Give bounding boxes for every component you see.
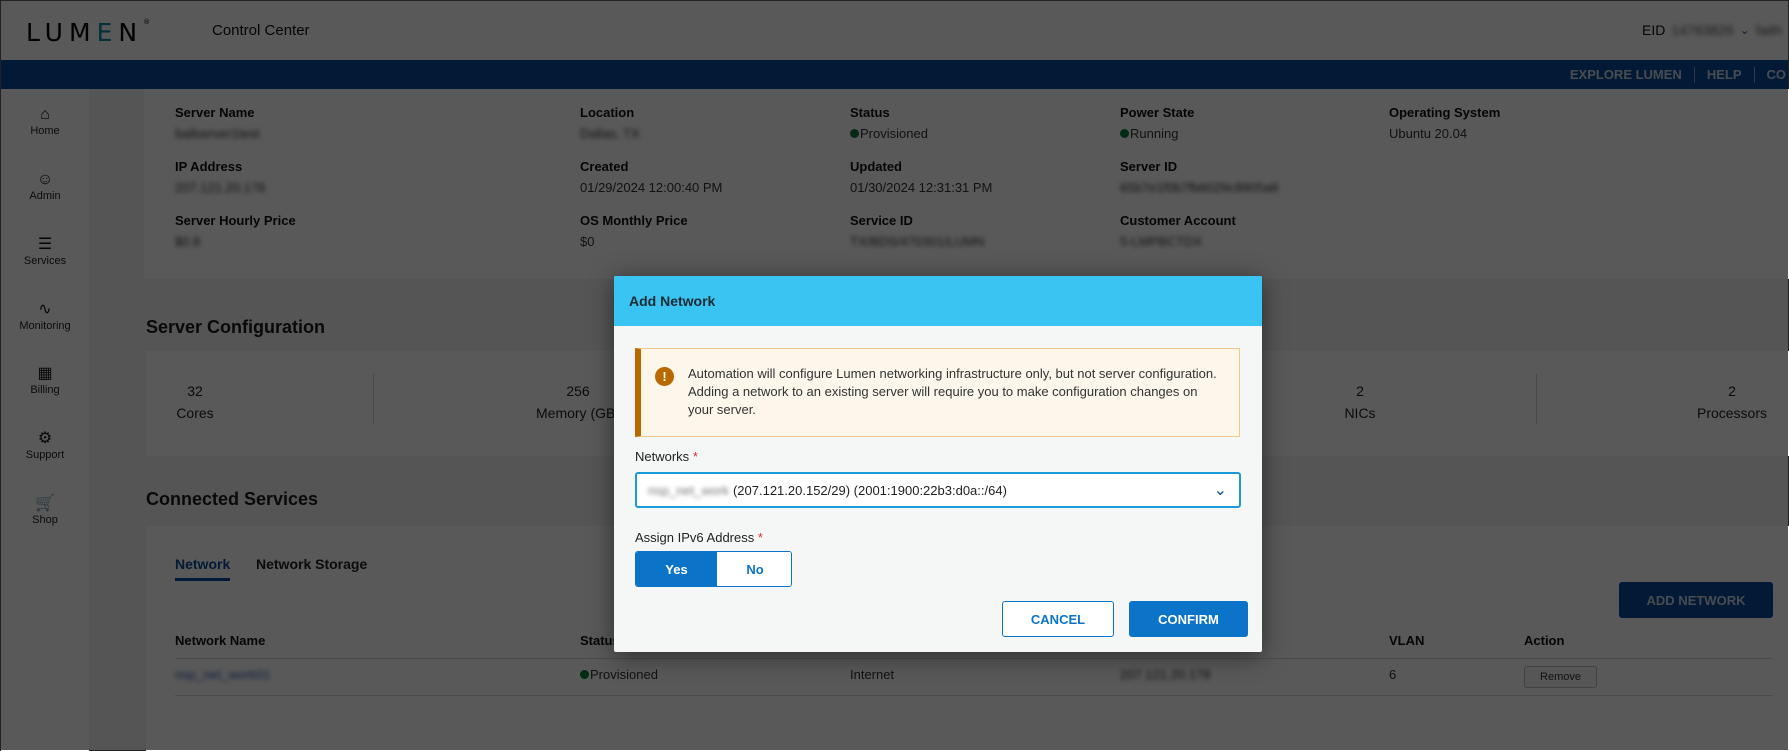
networks-select[interactable]: nsp_net_work (207.121.20.152/29) (2001:1… — [635, 472, 1241, 508]
ipv6-no-option[interactable]: No — [717, 552, 791, 586]
selected-network-name: nsp_net_work — [648, 482, 729, 498]
confirm-button[interactable]: CONFIRM — [1129, 601, 1248, 637]
warning-icon: ! — [655, 367, 674, 386]
networks-label: Networks * — [635, 449, 698, 464]
selected-network-detail: (207.121.20.152/29) (2001:1900:22b3:d0a:… — [732, 482, 1007, 498]
cancel-button[interactable]: CANCEL — [1002, 601, 1114, 637]
add-network-modal: Add Network ! Automation will configure … — [614, 276, 1262, 652]
warning-alert: ! Automation will configure Lumen networ… — [635, 348, 1240, 437]
assign-ipv6-label: Assign IPv6 Address * — [635, 530, 763, 545]
required-mark: * — [692, 449, 698, 464]
modal-header: Add Network — [614, 276, 1262, 326]
alert-text: Automation will configure Lumen networki… — [688, 366, 1217, 417]
modal-title: Add Network — [629, 293, 716, 309]
chevron-down-icon: ⌄ — [1213, 482, 1227, 499]
ipv6-toggle: Yes No — [635, 551, 792, 587]
required-mark: * — [757, 530, 763, 545]
ipv6-yes-option[interactable]: Yes — [636, 552, 717, 586]
